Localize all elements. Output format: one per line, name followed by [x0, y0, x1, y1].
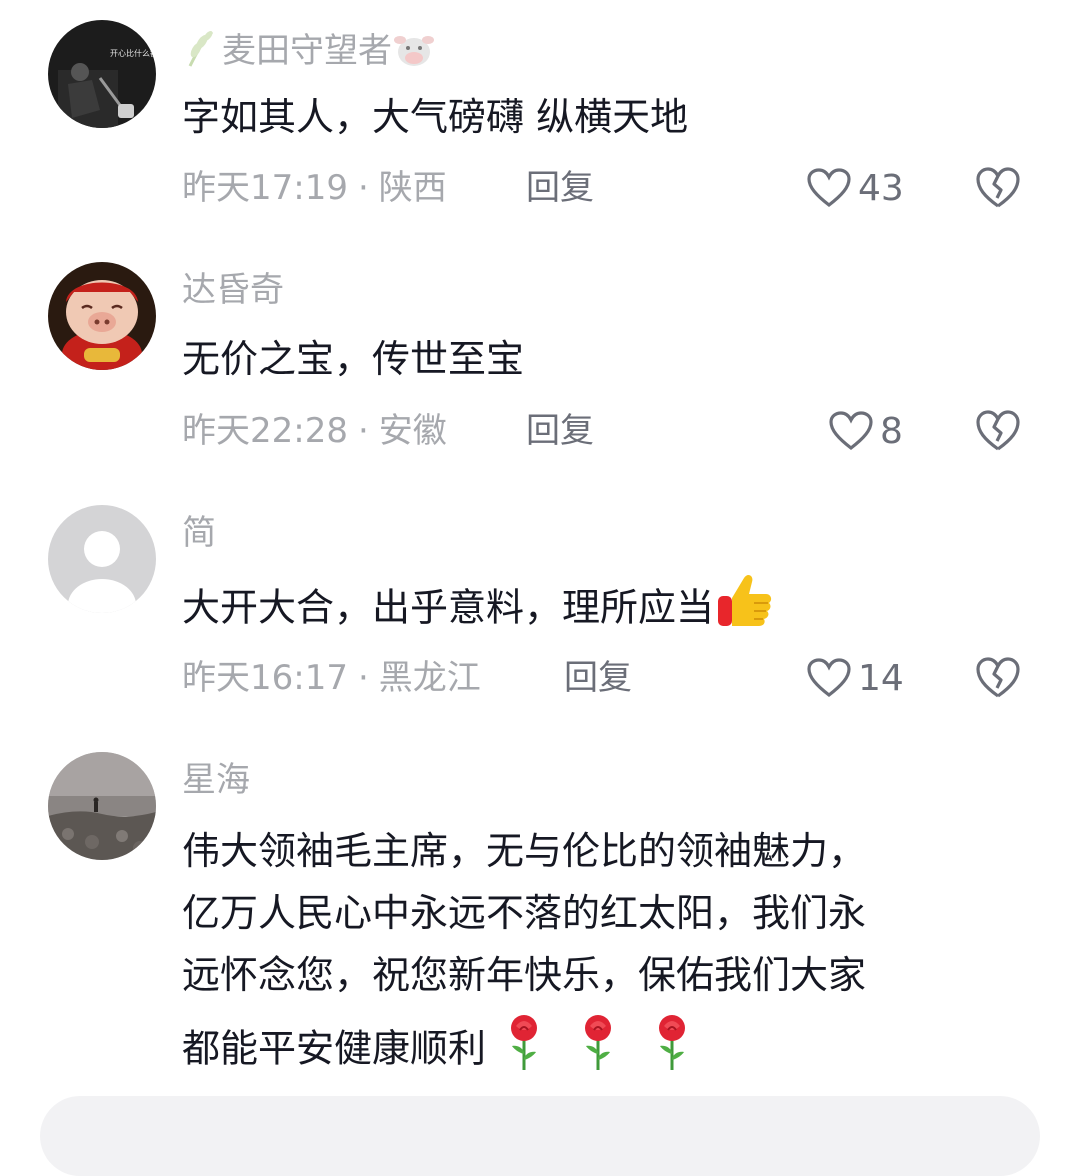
avatar[interactable]: 开心比什么都贵: [48, 20, 156, 128]
reply-button[interactable]: 回复: [526, 168, 594, 208]
like-button[interactable]: 14: [806, 654, 904, 702]
comment-time: 昨天16:17: [182, 658, 348, 698]
separator: ·: [357, 411, 369, 451]
comment-location: 黑龙江: [378, 658, 481, 698]
username[interactable]: 达昏奇: [182, 270, 284, 310]
comment-text-line: 伟大领袖毛主席，无与伦比的领袖魅力，: [182, 829, 867, 873]
avatar-image: [48, 262, 156, 370]
comment-text-line: 远怀念您，祝您新年快乐，保佑我们大家: [182, 953, 867, 997]
comment-text: 大开大合，出乎意料，理所应当: [182, 572, 1012, 648]
comment-text: 无价之宝，传世至宝: [182, 337, 525, 381]
like-count: 14: [858, 657, 904, 699]
like-button[interactable]: 8: [828, 407, 903, 455]
username[interactable]: 麦田守望者: [182, 28, 436, 77]
comment-meta: 昨天17:19 · 陕西: [182, 168, 447, 208]
comment-meta: 昨天16:17 · 黑龙江: [182, 658, 481, 698]
reply-button[interactable]: 回复: [564, 658, 632, 698]
comment-time: 昨天22:28: [182, 411, 348, 451]
username[interactable]: 星海: [182, 760, 250, 800]
avatar-image: 开心比什么都贵: [48, 20, 156, 128]
like-count: 43: [858, 167, 904, 209]
heart-outline-icon: [807, 658, 851, 698]
reply-button[interactable]: 回复: [526, 411, 594, 451]
rose-emoji: [650, 1012, 694, 1090]
avatar-image: [48, 752, 156, 860]
comment-location: 安徽: [378, 411, 447, 451]
cow-emoji: [392, 28, 436, 77]
avatar[interactable]: [48, 262, 156, 370]
rose-emoji: [576, 1012, 620, 1090]
rose-emoji: [502, 1012, 546, 1090]
broken-heart-icon[interactable]: [974, 407, 1022, 455]
avatar-caption: 开心比什么都贵: [110, 48, 156, 58]
separator: ·: [357, 658, 369, 698]
like-button[interactable]: 43: [806, 164, 904, 212]
wheat-icon: [182, 28, 222, 77]
comment-text-line: 亿万人民心中永远不落的红太阳，我们永: [182, 891, 867, 935]
separator: ·: [357, 168, 369, 208]
default-avatar-icon: [48, 505, 156, 613]
comment-text-body: 都能平安健康顺利: [182, 1026, 487, 1071]
comment-input-bar[interactable]: [40, 1096, 1040, 1176]
comment-location: 陕西: [378, 168, 447, 208]
comment-meta: 昨天22:28 · 安徽: [182, 411, 447, 451]
broken-heart-icon[interactable]: [974, 164, 1022, 212]
comment-time: 昨天17:19: [182, 168, 348, 208]
comment-text: 字如其人，大气磅礴 纵横天地: [182, 95, 689, 139]
heart-outline-icon: [807, 168, 851, 208]
avatar[interactable]: [48, 752, 156, 860]
comment-text-body: 大开大合，出乎意料，理所应当: [182, 585, 715, 630]
heart-outline-icon: [829, 411, 873, 451]
comment-text-line: 都能平安健康顺利: [182, 1012, 1012, 1090]
username-text: 麦田守望者: [222, 31, 392, 71]
username[interactable]: 简: [182, 513, 216, 553]
like-count: 8: [880, 410, 903, 452]
thumbs-up-emoji: [714, 572, 774, 648]
broken-heart-icon[interactable]: [974, 654, 1022, 702]
avatar[interactable]: [48, 505, 156, 613]
